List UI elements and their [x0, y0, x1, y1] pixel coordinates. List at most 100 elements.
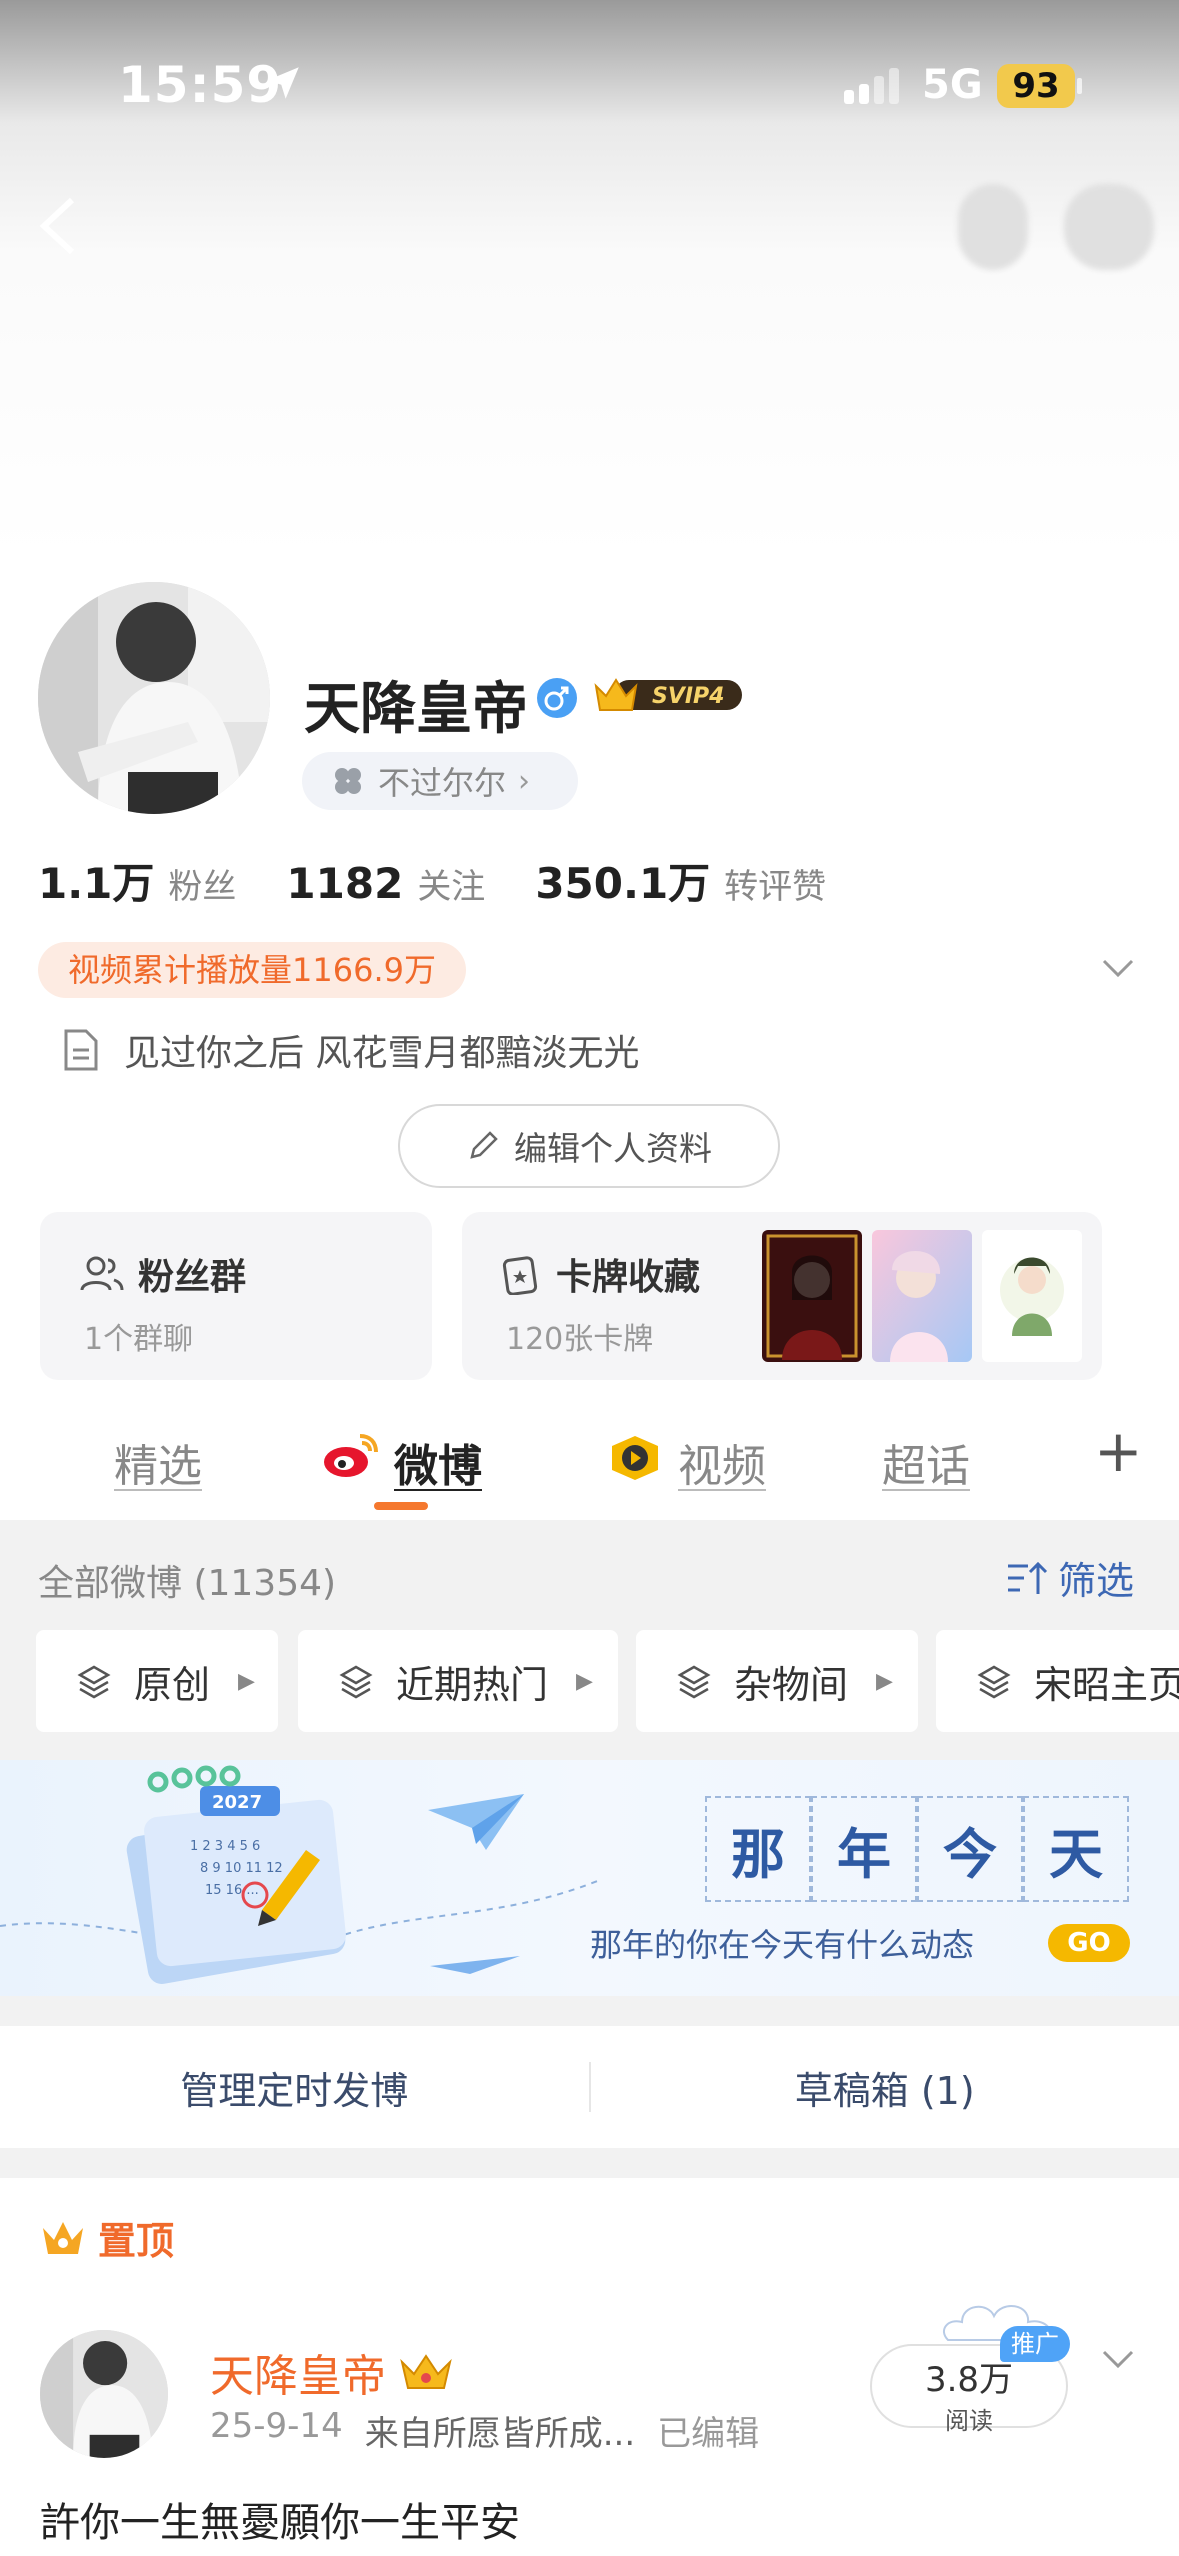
chip-arrow-icon: ▶: [238, 1668, 255, 1694]
add-tab-plus-icon[interactable]: +: [1094, 1422, 1143, 1480]
stat-likes[interactable]: 350.1万 转评赞: [535, 850, 826, 911]
post-menu-chevron-down-icon[interactable]: [1100, 2346, 1136, 2374]
pencil-icon: [470, 1131, 498, 1159]
card-thumbnail[interactable]: [982, 1230, 1082, 1362]
cellular-signal-icon: [844, 68, 899, 104]
post-actions-bar: 管理定时发博 草稿箱 (1): [0, 2026, 1179, 2148]
svg-text:1 2 3 4 5 6: 1 2 3 4 5 6: [190, 1839, 260, 1854]
post-source[interactable]: 来自所愿皆所成...: [365, 2406, 635, 2455]
tab-featured[interactable]: 精选: [114, 1430, 202, 1494]
active-tab-indicator: [374, 1502, 428, 1510]
profile-bio: 见过你之后 风花雪月都黯淡无光: [62, 1024, 639, 1076]
chip-recent-hot[interactable]: 近期热门 ▶: [298, 1630, 618, 1732]
card-star-icon: [502, 1256, 538, 1295]
edit-profile-label: 编辑个人资料: [514, 1129, 712, 1168]
filter-label: 筛选: [1058, 1559, 1135, 1603]
stat-label: 粉丝: [168, 867, 237, 907]
chip-original[interactable]: 原创 ▶: [36, 1630, 278, 1732]
chevron-right-icon: ›: [518, 763, 531, 799]
back-chevron-icon[interactable]: [36, 196, 84, 256]
card-thumbnail[interactable]: [872, 1230, 972, 1362]
layers-icon: [77, 1665, 111, 1699]
document-icon: [64, 1029, 98, 1071]
edit-profile-button[interactable]: 编辑个人资料: [398, 1104, 780, 1188]
chip-label: 近期热门: [396, 1662, 549, 1707]
layers-icon: [977, 1665, 1011, 1699]
post-meta: 25-9-14 来自所愿皆所成... 已编辑: [210, 2406, 759, 2455]
video-views-badge[interactable]: 视频累计播放量1166.9万: [38, 942, 466, 998]
card-thumbnail[interactable]: [762, 1230, 862, 1362]
male-gender-icon: [537, 678, 577, 718]
tab-super-topic[interactable]: 超话: [882, 1430, 970, 1494]
stat-fans[interactable]: 1.1万 粉丝: [38, 850, 236, 911]
stat-following[interactable]: 1182 关注: [286, 859, 485, 908]
profile-stats: 1.1万 粉丝 1182 关注 350.1万 转评赞: [38, 850, 876, 911]
blurred-nav-icon[interactable]: [1064, 184, 1154, 270]
avatar[interactable]: [38, 582, 270, 814]
filter-button[interactable]: 筛选: [1006, 1550, 1134, 1605]
profile-tag-label: 不过尔尔: [378, 764, 507, 802]
on-this-day-banner[interactable]: 2027 1 2 3 4 5 68 9 10 11 12 15 16 ... 那 …: [0, 1760, 1179, 1996]
stat-label: 转评赞: [724, 867, 827, 907]
title-char: 今: [917, 1796, 1023, 1902]
fans-group-sub: 1个群聊: [84, 1322, 194, 1357]
banner-subtitle: 那年的你在今天有什么动态: [590, 1926, 975, 1964]
profile-tag[interactable]: 不过尔尔 ›: [302, 752, 578, 810]
clover-icon: [335, 768, 361, 794]
section-divider: [0, 2148, 1179, 2178]
video-play-icon: [612, 1436, 658, 1480]
title-char: 年: [811, 1796, 917, 1902]
svg-text:2027: 2027: [212, 1792, 262, 1813]
pinned-text: 置顶: [98, 2219, 175, 2263]
crown-icon: [43, 2221, 83, 2254]
post-author[interactable]: 天降皇帝: [210, 2340, 454, 2404]
section-divider: [0, 1996, 1179, 2026]
chip-label: 杂物间: [734, 1662, 849, 1707]
chip-misc[interactable]: 杂物间 ▶: [636, 1630, 918, 1732]
vip-crown-icon: [400, 2354, 452, 2389]
svip-badge[interactable]: SVIP4: [594, 672, 744, 718]
weibo-logo-icon: [324, 1434, 378, 1477]
svg-text:8 9 10 11 12: 8 9 10 11 12: [200, 1861, 283, 1876]
blurred-nav-icon[interactable]: [958, 184, 1028, 270]
chip-songzhao-home[interactable]: 宋昭主页: [936, 1630, 1179, 1732]
fans-group-card[interactable]: 粉丝群 1个群聊: [40, 1212, 432, 1380]
card-collection-sub: 120张卡牌: [506, 1322, 654, 1357]
layers-icon: [339, 1665, 373, 1699]
promote-badge[interactable]: 推广: [1000, 2326, 1070, 2362]
chip-label: 原创: [134, 1662, 211, 1707]
fans-group-title: 粉丝群: [138, 1257, 247, 1298]
tab-weibo[interactable]: 微博: [394, 1430, 482, 1494]
stat-label: 关注: [417, 867, 486, 907]
sort-filter-icon: [1008, 1561, 1048, 1594]
on-this-day-title: 那 年 今 天: [705, 1796, 1129, 1902]
profile-tabs: 精选 微博 视频 超话 +: [0, 1400, 1179, 1520]
title-char: 天: [1023, 1796, 1129, 1902]
post-edited: 已编辑: [657, 2414, 760, 2454]
post-text: 許你一生無憂願你一生平安: [40, 2500, 520, 2546]
post-author-avatar[interactable]: [40, 2330, 168, 2458]
post-date: 25-9-14: [210, 2406, 343, 2446]
paper-plane-icon: [428, 1794, 524, 1850]
go-button[interactable]: GO: [1048, 1924, 1130, 1962]
battery-tip: [1077, 78, 1082, 94]
status-time: 15:59: [118, 56, 283, 114]
read-count-label: 阅读: [945, 2407, 993, 2435]
pinned-label: 置顶: [40, 2210, 174, 2265]
stat-value: 350.1万: [535, 859, 711, 908]
battery-indicator: 93: [997, 64, 1075, 108]
stat-value: 1182: [286, 859, 404, 908]
bio-text: 见过你之后 风花雪月都黯淡无光: [124, 1033, 640, 1074]
people-icon: [80, 1256, 124, 1291]
post-author-name: 天降皇帝: [210, 2351, 386, 2402]
tab-video[interactable]: 视频: [678, 1430, 766, 1494]
expand-chevron-down-icon[interactable]: [1100, 955, 1136, 983]
drafts-button[interactable]: 草稿箱 (1): [591, 2060, 1179, 2115]
manage-scheduled-posts-button[interactable]: 管理定时发博: [0, 2060, 589, 2115]
filter-bar: 全部微博 (11354) 筛选 原创 ▶ 近期热门 ▶ 杂物间 ▶ 宋昭主页: [0, 1520, 1179, 1760]
title-char: 那: [705, 1796, 811, 1902]
profile-name: 天降皇帝: [304, 677, 528, 742]
all-posts-count: 全部微博 (11354): [38, 1563, 337, 1604]
chip-arrow-icon: ▶: [876, 1668, 893, 1694]
chip-arrow-icon: ▶: [576, 1668, 593, 1694]
